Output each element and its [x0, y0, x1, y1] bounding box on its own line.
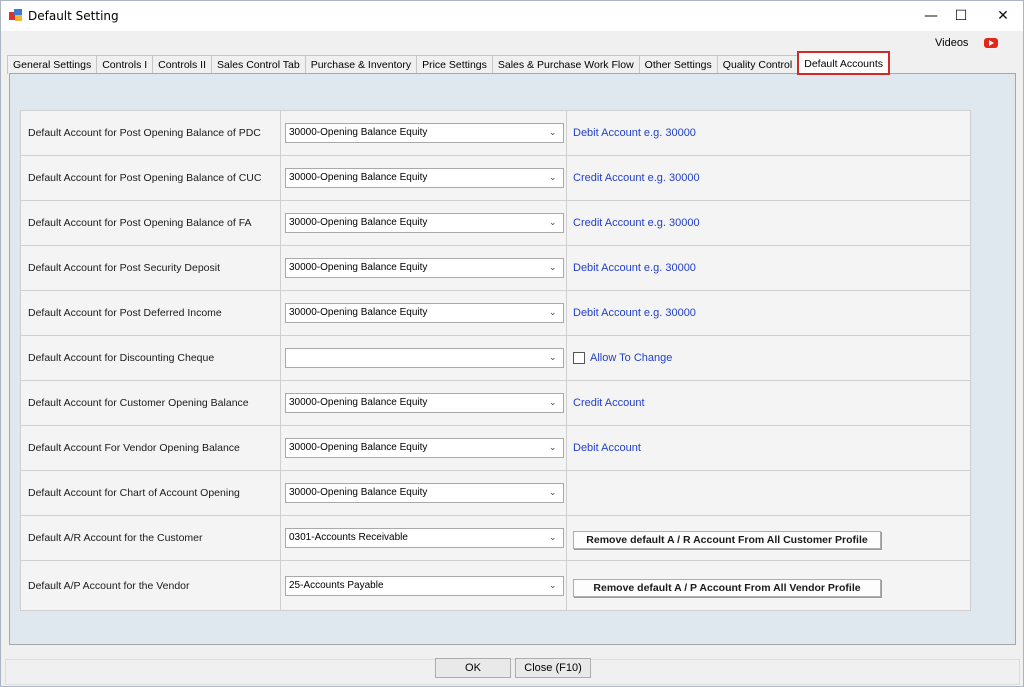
- chevron-down-icon[interactable]: ⌄: [549, 580, 559, 590]
- table-row: Default Account for Post Security Deposi…: [20, 245, 971, 291]
- tab-quality-control[interactable]: Quality Control: [716, 55, 799, 74]
- combo-value: 0301-Accounts Receivable: [289, 532, 408, 543]
- default-accounts-grid: Default Account for Post Opening Balance…: [20, 110, 971, 611]
- pdc-account-select[interactable]: 30000-Opening Balance Equity ⌄: [285, 123, 564, 143]
- footer-bar: [5, 659, 1020, 685]
- checkbox-label[interactable]: Allow To Change: [590, 352, 672, 364]
- close-f10-button[interactable]: Close (F10): [515, 658, 591, 678]
- row-label: Default Account for Discounting Cheque: [20, 335, 281, 381]
- tab-default-accounts[interactable]: Default Accounts: [797, 51, 891, 75]
- tab-sales-control[interactable]: Sales Control Tab: [211, 55, 306, 74]
- allow-to-change-checkbox[interactable]: [573, 352, 585, 364]
- row-note: Credit Account: [573, 397, 645, 409]
- app-icon: [9, 9, 22, 21]
- row-note: Credit Account e.g. 30000: [573, 172, 700, 184]
- tab-sales-purchase-workflow[interactable]: Sales & Purchase Work Flow: [491, 55, 640, 74]
- settings-tabstrip: General Settings Controls I Controls II …: [7, 51, 891, 75]
- combo-value: 30000-Opening Balance Equity: [289, 397, 428, 408]
- fa-account-select[interactable]: 30000-Opening Balance Equity ⌄: [285, 213, 564, 233]
- tab-controls-ii[interactable]: Controls II: [152, 55, 213, 74]
- allow-to-change-checkbox-row[interactable]: Allow To Change: [573, 352, 970, 364]
- combo-value: 30000-Opening Balance Equity: [289, 442, 428, 453]
- table-row: Default Account for Customer Opening Bal…: [20, 380, 971, 426]
- customer-opening-account-select[interactable]: 30000-Opening Balance Equity ⌄: [285, 393, 564, 413]
- youtube-icon[interactable]: [984, 38, 998, 48]
- remove-default-ap-button[interactable]: Remove default A / P Account From All Ve…: [573, 578, 881, 597]
- remove-default-ar-button[interactable]: Remove default A / R Account From All Cu…: [573, 531, 881, 549]
- close-window-button[interactable]: ✕: [980, 1, 1024, 31]
- window-title: Default Setting: [28, 9, 119, 23]
- ap-account-select[interactable]: 25-Accounts Payable ⌄: [285, 575, 564, 596]
- title-bar: Default Setting — ☐ ✕: [1, 1, 1023, 31]
- row-label: Default Account for Post Deferred Income: [20, 290, 281, 336]
- discounting-cheque-account-select[interactable]: ⌄: [285, 348, 564, 368]
- combo-value: 30000-Opening Balance Equity: [289, 127, 428, 138]
- row-label: Default Account for Post Opening Balance…: [20, 200, 281, 246]
- maximize-button[interactable]: ☐: [938, 1, 984, 31]
- chevron-down-icon[interactable]: ⌄: [549, 127, 559, 137]
- tab-price-settings[interactable]: Price Settings: [416, 55, 493, 74]
- table-row: Default Account For Vendor Opening Balan…: [20, 425, 971, 471]
- default-accounts-panel: Default Account for Post Opening Balance…: [9, 73, 1016, 645]
- chevron-down-icon[interactable]: ⌄: [549, 262, 559, 272]
- combo-value: 30000-Opening Balance Equity: [289, 217, 428, 228]
- chevron-down-icon[interactable]: ⌄: [549, 172, 559, 182]
- row-note: Credit Account e.g. 30000: [573, 217, 700, 229]
- ar-account-select[interactable]: 0301-Accounts Receivable ⌄: [285, 528, 564, 548]
- combo-value: 30000-Opening Balance Equity: [289, 487, 428, 498]
- table-row: Default Account for Post Opening Balance…: [20, 110, 971, 156]
- security-deposit-account-select[interactable]: 30000-Opening Balance Equity ⌄: [285, 258, 564, 278]
- chevron-down-icon[interactable]: ⌄: [549, 352, 559, 362]
- chevron-down-icon[interactable]: ⌄: [549, 532, 559, 542]
- deferred-income-account-select[interactable]: 30000-Opening Balance Equity ⌄: [285, 303, 564, 323]
- tab-controls-i[interactable]: Controls I: [96, 55, 154, 74]
- row-label: Default A/P Account for the Vendor: [20, 560, 281, 611]
- combo-value: 30000-Opening Balance Equity: [289, 262, 428, 273]
- tab-purchase-inventory[interactable]: Purchase & Inventory: [304, 55, 418, 74]
- vendor-opening-account-select[interactable]: 30000-Opening Balance Equity ⌄: [285, 438, 564, 458]
- row-label: Default Account for Post Opening Balance…: [20, 155, 281, 201]
- row-label: Default A/R Account for the Customer: [20, 515, 281, 561]
- row-label: Default Account for Post Opening Balance…: [20, 110, 281, 156]
- combo-value: 25-Accounts Payable: [289, 579, 384, 591]
- table-row: Default Account for Chart of Account Ope…: [20, 470, 971, 516]
- row-label: Default Account for Customer Opening Bal…: [20, 380, 281, 426]
- row-label: Default Account for Chart of Account Ope…: [20, 470, 281, 516]
- cuc-account-select[interactable]: 30000-Opening Balance Equity ⌄: [285, 168, 564, 188]
- chevron-down-icon[interactable]: ⌄: [549, 487, 559, 497]
- row-label: Default Account For Vendor Opening Balan…: [20, 425, 281, 471]
- row-note: Debit Account e.g. 30000: [573, 307, 696, 319]
- ok-button[interactable]: OK: [435, 658, 511, 678]
- row-note: Debit Account e.g. 30000: [573, 127, 696, 139]
- chart-of-account-opening-select[interactable]: 30000-Opening Balance Equity ⌄: [285, 483, 564, 503]
- chevron-down-icon[interactable]: ⌄: [549, 217, 559, 227]
- chevron-down-icon[interactable]: ⌄: [549, 397, 559, 407]
- chevron-down-icon[interactable]: ⌄: [549, 442, 559, 452]
- table-row: Default Account for Post Opening Balance…: [20, 200, 971, 246]
- default-setting-window: Default Setting — ☐ ✕ Videos General Set…: [0, 0, 1024, 687]
- row-note: Debit Account: [573, 442, 641, 454]
- videos-link[interactable]: Videos: [935, 37, 968, 49]
- chevron-down-icon[interactable]: ⌄: [549, 307, 559, 317]
- combo-value: 30000-Opening Balance Equity: [289, 172, 428, 183]
- row-label: Default Account for Post Security Deposi…: [20, 245, 281, 291]
- table-row: Default Account for Post Opening Balance…: [20, 155, 971, 201]
- tab-general-settings[interactable]: General Settings: [7, 55, 98, 74]
- row-note: Debit Account e.g. 30000: [573, 262, 696, 274]
- table-row: Default Account for Post Deferred Income…: [20, 290, 971, 336]
- table-row: Default A/P Account for the Vendor 25-Ac…: [20, 560, 971, 611]
- tab-other-settings[interactable]: Other Settings: [638, 55, 718, 74]
- table-row: Default A/R Account for the Customer 030…: [20, 515, 971, 561]
- combo-value: 30000-Opening Balance Equity: [289, 307, 428, 318]
- table-row: Default Account for Discounting Cheque ⌄…: [20, 335, 971, 381]
